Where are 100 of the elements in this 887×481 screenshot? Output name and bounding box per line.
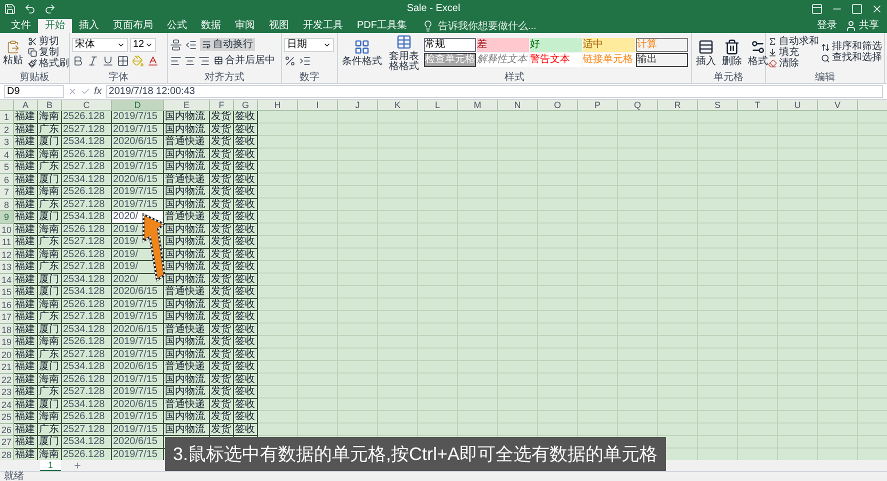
sign-in-link[interactable]: 登录 bbox=[813, 19, 841, 33]
row-header[interactable]: 24 bbox=[0, 398, 14, 411]
column-header[interactable]: E bbox=[164, 100, 210, 110]
row-header[interactable]: 21 bbox=[0, 361, 14, 374]
format-button[interactable]: 格式 bbox=[746, 38, 770, 66]
paste-button[interactable]: 粘贴 bbox=[2, 40, 24, 66]
cell-style[interactable]: 常规 bbox=[424, 38, 476, 52]
font-name-field[interactable]: 宋体 bbox=[72, 38, 128, 52]
cell-style[interactable]: 适中 bbox=[583, 38, 635, 52]
column-header[interactable]: F bbox=[210, 100, 234, 110]
sort-filter-button[interactable]: 排序和筛选 bbox=[821, 42, 882, 52]
align-left-icon[interactable] bbox=[170, 54, 182, 66]
name-box[interactable]: D9 bbox=[4, 85, 64, 98]
cell-style[interactable]: 差 bbox=[477, 38, 529, 52]
row-header[interactable]: 27 bbox=[0, 436, 14, 448]
column-header[interactable]: Q bbox=[618, 100, 658, 110]
row-header[interactable]: 1 bbox=[0, 111, 14, 124]
row-header[interactable]: 26 bbox=[0, 424, 14, 436]
row-header[interactable]: 16 bbox=[0, 298, 14, 311]
merge-center-button[interactable]: 合并后居中 bbox=[212, 54, 277, 67]
wrap-text-button[interactable]: 自动换行 bbox=[200, 38, 255, 51]
redo-icon[interactable] bbox=[44, 3, 56, 15]
row-header[interactable]: 11 bbox=[0, 236, 14, 248]
ribbon-tab[interactable]: 文件 bbox=[4, 19, 38, 33]
percent-icon[interactable] bbox=[284, 55, 296, 67]
column-header[interactable]: O bbox=[538, 100, 578, 110]
cut-button[interactable]: 剪切 bbox=[28, 36, 69, 46]
row-header[interactable]: 7 bbox=[0, 186, 14, 198]
ribbon-tab[interactable]: 公式 bbox=[160, 19, 194, 33]
ribbon-tab[interactable]: 数据 bbox=[194, 19, 228, 33]
row-header[interactable]: 20 bbox=[0, 348, 14, 361]
ribbon-tab[interactable]: 视图 bbox=[262, 19, 296, 33]
fill-color-icon[interactable] bbox=[132, 55, 144, 67]
insert-button[interactable]: 插入 bbox=[694, 38, 718, 66]
column-header[interactable]: R bbox=[658, 100, 698, 110]
ribbon-tab[interactable]: PDF工具集 bbox=[350, 19, 414, 33]
close-icon[interactable] bbox=[871, 3, 883, 15]
share-button[interactable]: 共享 bbox=[841, 19, 883, 33]
row-header[interactable]: 18 bbox=[0, 324, 14, 336]
column-header[interactable]: M bbox=[458, 100, 498, 110]
row-header[interactable]: 23 bbox=[0, 386, 14, 398]
row-header[interactable]: 22 bbox=[0, 374, 14, 386]
column-header[interactable]: V bbox=[818, 100, 858, 110]
row-header[interactable]: 5 bbox=[0, 161, 14, 174]
underline-icon[interactable] bbox=[102, 55, 114, 67]
save-icon[interactable] bbox=[4, 3, 16, 15]
ribbon-tab[interactable]: 插入 bbox=[72, 19, 106, 33]
sheet-tab[interactable]: 1 bbox=[40, 460, 62, 471]
column-header[interactable]: T bbox=[738, 100, 778, 110]
cell-style[interactable]: 警告文本 bbox=[530, 53, 582, 67]
undo-icon[interactable] bbox=[24, 3, 36, 15]
copy-button[interactable]: 复制 bbox=[28, 48, 69, 58]
delete-button[interactable]: 删除 bbox=[720, 38, 744, 66]
insert-function-button[interactable]: fx bbox=[94, 86, 102, 96]
clear-button[interactable]: 清除 bbox=[768, 58, 819, 68]
column-header[interactable]: G bbox=[234, 100, 258, 110]
column-header[interactable]: L bbox=[418, 100, 458, 110]
font-size-field[interactable]: 12 bbox=[130, 38, 156, 52]
row-header[interactable]: 12 bbox=[0, 248, 14, 261]
row-header[interactable]: 25 bbox=[0, 411, 14, 424]
cell-style[interactable]: 好 bbox=[530, 38, 582, 52]
ribbon-tab[interactable]: 开始 bbox=[38, 19, 72, 33]
column-header[interactable]: U bbox=[778, 100, 818, 110]
column-header[interactable]: H bbox=[258, 100, 298, 110]
row-header[interactable]: 4 bbox=[0, 148, 14, 161]
autosum-button[interactable]: 自动求和 bbox=[768, 36, 819, 46]
column-header[interactable]: A bbox=[14, 100, 38, 110]
tell-me-field[interactable]: 告诉我你想要做什么... bbox=[438, 18, 558, 34]
row-header[interactable]: 28 bbox=[0, 448, 14, 460]
format-as-table-button[interactable]: 套用表格格式 bbox=[386, 34, 422, 72]
cancel-icon[interactable] bbox=[68, 87, 77, 96]
ribbon-display-icon[interactable] bbox=[811, 3, 823, 15]
column-header[interactable]: B bbox=[38, 100, 62, 110]
align-center-icon[interactable] bbox=[184, 54, 196, 66]
cell-style[interactable]: 解释性文本 bbox=[477, 53, 529, 67]
format-painter-button[interactable]: 格式刷 bbox=[28, 58, 69, 68]
row-header[interactable]: 8 bbox=[0, 198, 14, 211]
column-header[interactable]: P bbox=[578, 100, 618, 110]
add-sheet-icon[interactable] bbox=[73, 461, 82, 470]
fill-button[interactable]: 填充 bbox=[768, 48, 819, 58]
row-header[interactable]: 15 bbox=[0, 286, 14, 298]
row-header[interactable]: 17 bbox=[0, 311, 14, 324]
row-header[interactable]: 14 bbox=[0, 274, 14, 286]
align-right-icon[interactable] bbox=[198, 54, 210, 66]
ribbon-tab[interactable]: 开发工具 bbox=[296, 19, 350, 33]
ribbon-tab[interactable]: 审阅 bbox=[228, 19, 262, 33]
column-header[interactable]: S bbox=[698, 100, 738, 110]
conditional-format-button[interactable]: 条件格式 bbox=[340, 38, 384, 66]
bold-icon[interactable] bbox=[72, 55, 84, 67]
row-header[interactable]: 13 bbox=[0, 261, 14, 274]
row-header[interactable]: 3 bbox=[0, 136, 14, 148]
column-header[interactable]: D bbox=[112, 100, 164, 110]
row-header[interactable]: 9 bbox=[0, 211, 14, 224]
row-header[interactable]: 10 bbox=[0, 224, 14, 236]
column-header[interactable]: N bbox=[498, 100, 538, 110]
lightbulb-icon[interactable] bbox=[422, 20, 434, 32]
italic-icon[interactable] bbox=[87, 55, 99, 67]
column-header[interactable]: J bbox=[338, 100, 378, 110]
row-header[interactable]: 6 bbox=[0, 174, 14, 186]
indent-decrease-icon[interactable] bbox=[185, 38, 197, 50]
